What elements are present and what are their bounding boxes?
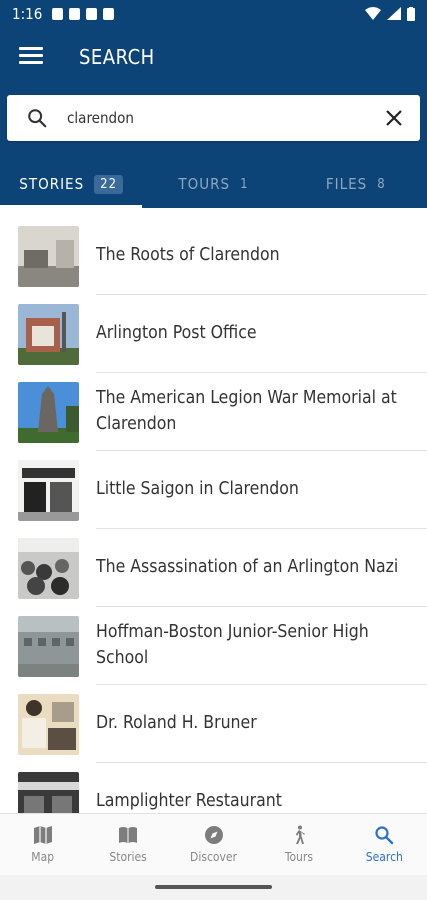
story-title: Little Saigon in Clarendon xyxy=(96,451,427,529)
list-item[interactable]: The Roots of Clarendon xyxy=(0,217,427,295)
nav-label: Map xyxy=(31,850,55,864)
gesture-bar xyxy=(0,875,427,900)
tab-count-badge: 8 xyxy=(377,176,386,192)
tab-files[interactable]: FILES 8 xyxy=(285,160,427,208)
story-thumbnail xyxy=(18,303,79,365)
app-header: SEARCH STORIES 22 TOURS 1 FILES 8 xyxy=(0,27,427,208)
story-thumbnail xyxy=(18,693,79,755)
result-tabs: STORIES 22 TOURS 1 FILES 8 xyxy=(0,160,427,208)
gesture-handle[interactable] xyxy=(155,885,272,889)
list-item[interactable]: The Assassination of an Arlington Nazi xyxy=(0,529,427,607)
search-icon xyxy=(28,109,47,128)
story-thumbnail xyxy=(18,537,79,599)
system-icons xyxy=(365,6,415,21)
nav-item-discover[interactable]: Discover xyxy=(171,814,256,875)
close-icon[interactable] xyxy=(384,108,404,128)
story-thumbnail xyxy=(18,615,79,677)
list-item[interactable]: Arlington Post Office xyxy=(0,295,427,373)
nav-label: Stories xyxy=(109,850,147,864)
tab-label: STORIES xyxy=(19,175,85,193)
story-title: The Assassination of an Arlington Nazi xyxy=(96,529,427,607)
shield-icon xyxy=(52,7,64,20)
signal-icon xyxy=(387,7,401,20)
story-title: Lamplighter Restaurant xyxy=(96,763,427,813)
nav-item-stories[interactable]: Stories xyxy=(85,814,170,875)
page-title: SEARCH xyxy=(79,45,155,69)
list-item[interactable]: Lamplighter Restaurant xyxy=(0,763,427,813)
nav-item-search[interactable]: Search xyxy=(342,814,427,875)
tab-stories[interactable]: STORIES 22 xyxy=(0,160,143,208)
tab-tours[interactable]: TOURS 1 xyxy=(142,160,284,208)
nav-label: Search xyxy=(365,850,403,864)
story-thumbnail xyxy=(18,381,79,443)
tab-count-badge: 22 xyxy=(94,174,124,194)
status-bar: 1:16 xyxy=(0,0,427,27)
hamburger-menu-icon[interactable] xyxy=(19,47,43,67)
story-thumbnail xyxy=(18,771,79,813)
download-icon xyxy=(69,7,81,20)
search-icon xyxy=(375,826,394,845)
story-title: Arlington Post Office xyxy=(96,295,427,373)
walking-icon xyxy=(295,825,305,844)
bottom-navigation: Map Stories Discover Tours Search xyxy=(0,813,427,875)
status-time: 1:16 xyxy=(12,4,43,23)
nav-item-map[interactable]: Map xyxy=(0,814,85,875)
list-item[interactable]: Little Saigon in Clarendon xyxy=(0,451,427,529)
tab-count-badge: 1 xyxy=(240,176,249,192)
nav-label: Discover xyxy=(190,850,237,864)
tab-label: FILES xyxy=(325,175,368,193)
story-title: The American Legion War Memorial at Clar… xyxy=(96,373,427,451)
nav-label: Tours xyxy=(284,850,313,864)
nav-item-tours[interactable]: Tours xyxy=(256,814,341,875)
story-results-list: The Roots of Clarendon Arlington Post Of… xyxy=(0,217,427,813)
story-title: Hoffman-Boston Junior-Senior High School xyxy=(96,607,427,685)
list-item[interactable]: The American Legion War Memorial at Clar… xyxy=(0,373,427,451)
battery-icon xyxy=(407,6,415,21)
tab-label: TOURS xyxy=(178,175,231,193)
compass-icon xyxy=(204,826,223,844)
search-input[interactable] xyxy=(67,104,367,132)
list-item[interactable]: Hoffman-Boston Junior-Senior High School xyxy=(0,607,427,685)
wifi-icon xyxy=(365,7,381,20)
search-bar xyxy=(7,95,420,141)
notification-icons xyxy=(52,7,115,20)
story-thumbnail xyxy=(18,459,79,521)
story-title: The Roots of Clarendon xyxy=(96,217,427,295)
app-icon xyxy=(103,7,115,20)
book-icon xyxy=(119,827,138,843)
story-title: Dr. Roland H. Bruner xyxy=(96,685,427,763)
map-icon xyxy=(33,826,52,844)
story-thumbnail xyxy=(18,225,79,287)
sd-card-icon xyxy=(86,7,98,20)
list-item[interactable]: Dr. Roland H. Bruner xyxy=(0,685,427,763)
